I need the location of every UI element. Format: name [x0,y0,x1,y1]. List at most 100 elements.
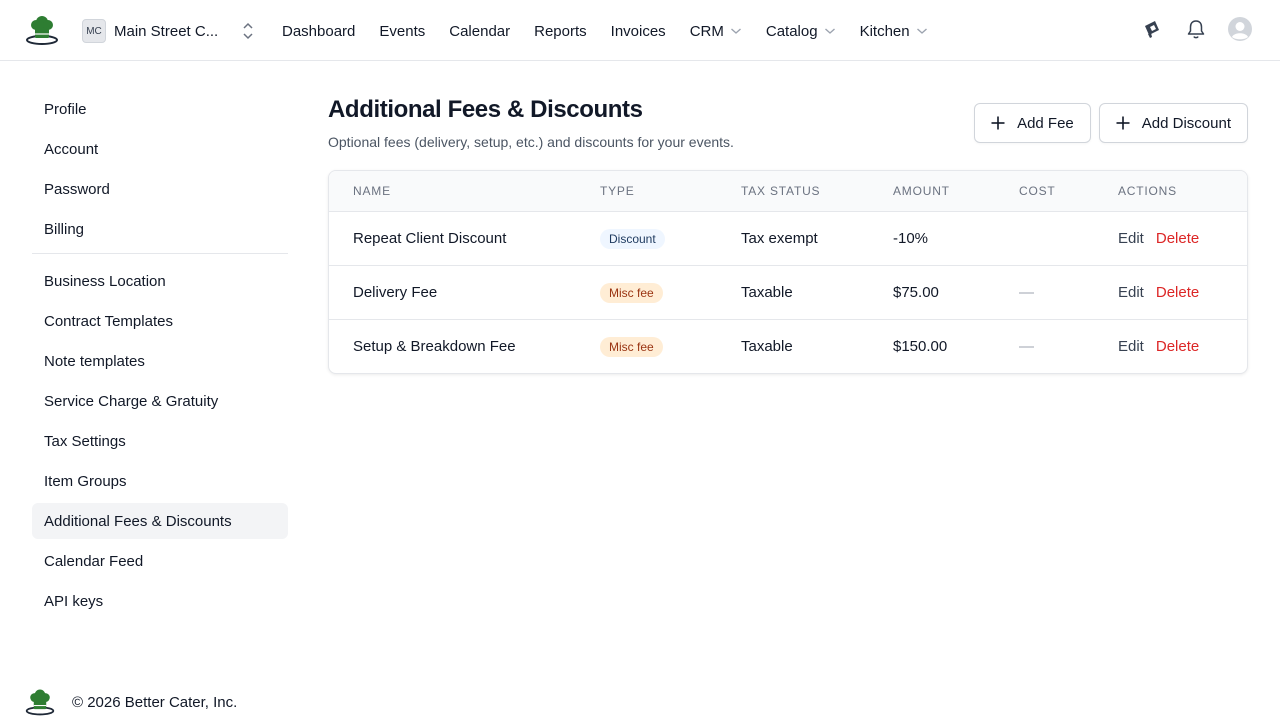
sidebar-item-label: Password [44,180,110,198]
main-nav: Dashboard Events Calendar Reports Invoices CR… [282,20,952,42]
column-header-type: TYPE [600,184,635,198]
chef-hat-logo-icon[interactable] [24,15,60,45]
nav-label: Catalog [765,22,818,40]
nav-label: Kitchen [859,22,910,40]
nav-catalog[interactable]: Catalog [766,23,836,40]
column-header-name: NAME [353,184,391,198]
nav-label: CRM [689,22,724,40]
fee-name: Repeat Client Discount [353,230,507,247]
add-discount-label: Add Discount [1141,114,1231,132]
row-actions: Edit Delete [1118,230,1199,247]
fees-discounts-table: NAME TYPE TAX STATUS AMOUNT COST ACTIONS Repea… [328,170,1248,374]
add-discount-button[interactable]: Add Discount [1098,103,1248,143]
sidebar-item-api-keys[interactable]: API keys [32,583,288,619]
sidebar-item-label: API keys [44,592,104,610]
sidebar-item-item-groups[interactable]: Item Groups [32,463,288,499]
nav-reports[interactable]: Reports [534,23,587,40]
nav-events[interactable]: Events [379,23,425,40]
plus-icon [991,116,1005,130]
type-cell: Discount [600,228,665,249]
sidebar-item-billing[interactable]: Billing [32,211,288,247]
row-actions: Edit Delete [1118,284,1199,301]
settings-sidebar: Profile Account Password Billing Business Lo… [32,91,288,623]
amount: $75.00 [893,284,939,301]
nav-kitchen[interactable]: Kitchen [860,23,928,40]
sidebar-item-label: Billing [44,220,85,238]
column-header-cost: COST [1019,184,1056,198]
nav-label: Calendar [449,22,511,40]
cost: — [1019,338,1034,355]
amount: -10% [893,230,929,247]
fee-name: Setup & Breakdown Fee [353,338,516,355]
add-fee-button[interactable]: Add Fee [974,103,1091,143]
nav-invoices[interactable]: Invoices [611,23,666,40]
sidebar-item-label: Tax Settings [44,432,126,450]
type-badge: Discount [600,228,665,249]
table-row: Setup & Breakdown Fee Misc fee Taxable $150… [329,319,1247,373]
edit-link[interactable]: Edit [1118,230,1144,247]
page-actions: Add Fee Add Discount [966,103,1248,143]
fee-name: Delivery Fee [353,284,438,301]
sidebar-item-tax-settings[interactable]: Tax Settings [32,423,288,459]
add-fee-label: Add Fee [1017,114,1074,132]
nav-crm[interactable]: CRM [690,23,742,40]
sidebar-item-password[interactable]: Password [32,171,288,207]
bell-icon[interactable] [1184,17,1208,41]
table-row: Delivery Fee Misc fee Taxable $75.00 — Edit De… [329,265,1247,319]
type-badge: Misc fee [600,336,663,357]
sidebar-item-profile[interactable]: Profile [32,91,288,127]
chef-hat-logo-icon [24,688,56,716]
sidebar-item-contract-templates[interactable]: Contract Templates [32,303,288,339]
column-header-tax-status: TAX STATUS [741,184,821,198]
sidebar-item-label: Contract Templates [44,312,173,330]
chevron-up-down-icon [243,22,253,40]
edit-link[interactable]: Edit [1118,338,1144,355]
sidebar-item-business-location[interactable]: Business Location [32,263,288,299]
nav-dashboard[interactable]: Dashboard [282,23,355,40]
nav-label: Events [379,22,426,40]
type-cell: Misc fee [600,336,663,357]
sidebar-divider [32,253,288,254]
row-actions: Edit Delete [1118,338,1199,355]
type-badge: Misc fee [600,282,663,303]
sidebar-item-calendar-feed[interactable]: Calendar Feed [32,543,288,579]
nav-label: Invoices [610,22,666,40]
sidebar-item-service-charge-and-gratuity[interactable]: Service Charge & Gratuity [32,383,288,419]
sidebar-item-additional-fees-and-discounts[interactable]: Additional Fees & Discounts [32,503,288,539]
sidebar-item-label: Business Location [44,272,166,290]
nav-label: Dashboard [282,22,356,40]
sidebar-item-note-templates[interactable]: Note templates [32,343,288,379]
megaphone-icon[interactable] [1140,17,1164,41]
user-avatar-icon[interactable] [1228,17,1252,41]
chevron-down-icon [824,28,835,34]
chevron-down-icon [916,28,927,34]
sidebar-item-label: Calendar Feed [44,552,144,570]
org-name: Main Street C... [114,22,219,40]
table-header-row: NAME TYPE TAX STATUS AMOUNT COST ACTIONS [329,171,1247,211]
delete-link[interactable]: Delete [1156,284,1199,301]
sidebar-item-label: Note templates [44,352,145,370]
nav-label: Reports [534,22,587,40]
cost: — [1019,284,1034,301]
delete-link[interactable]: Delete [1156,338,1199,355]
top-navigation-bar: MC Main Street C... Dashboard Events Calen… [0,0,1280,61]
sidebar-item-account[interactable]: Account [32,131,288,167]
sidebar-item-label: Service Charge & Gratuity [44,392,219,410]
tax-status: Tax exempt [741,230,818,247]
edit-link[interactable]: Edit [1118,284,1144,301]
amount: $150.00 [893,338,948,355]
column-header-actions: ACTIONS [1118,184,1177,198]
type-cell: Misc fee [600,282,663,303]
chevron-down-icon [730,28,741,34]
organization-switcher[interactable]: MC Main Street C... [82,19,253,43]
sidebar-item-label: Profile [44,100,87,118]
tax-status: Taxable [741,338,793,355]
table-row: Repeat Client Discount Discount Tax exempt… [329,211,1247,265]
sidebar-item-label: Additional Fees & Discounts [44,512,232,530]
delete-link[interactable]: Delete [1156,230,1199,247]
nav-calendar[interactable]: Calendar [449,23,510,40]
column-header-amount: AMOUNT [893,184,950,198]
footer: © 2026 Better Cater, Inc. [24,688,237,716]
org-avatar: MC [82,19,106,43]
sidebar-item-label: Item Groups [44,472,127,490]
